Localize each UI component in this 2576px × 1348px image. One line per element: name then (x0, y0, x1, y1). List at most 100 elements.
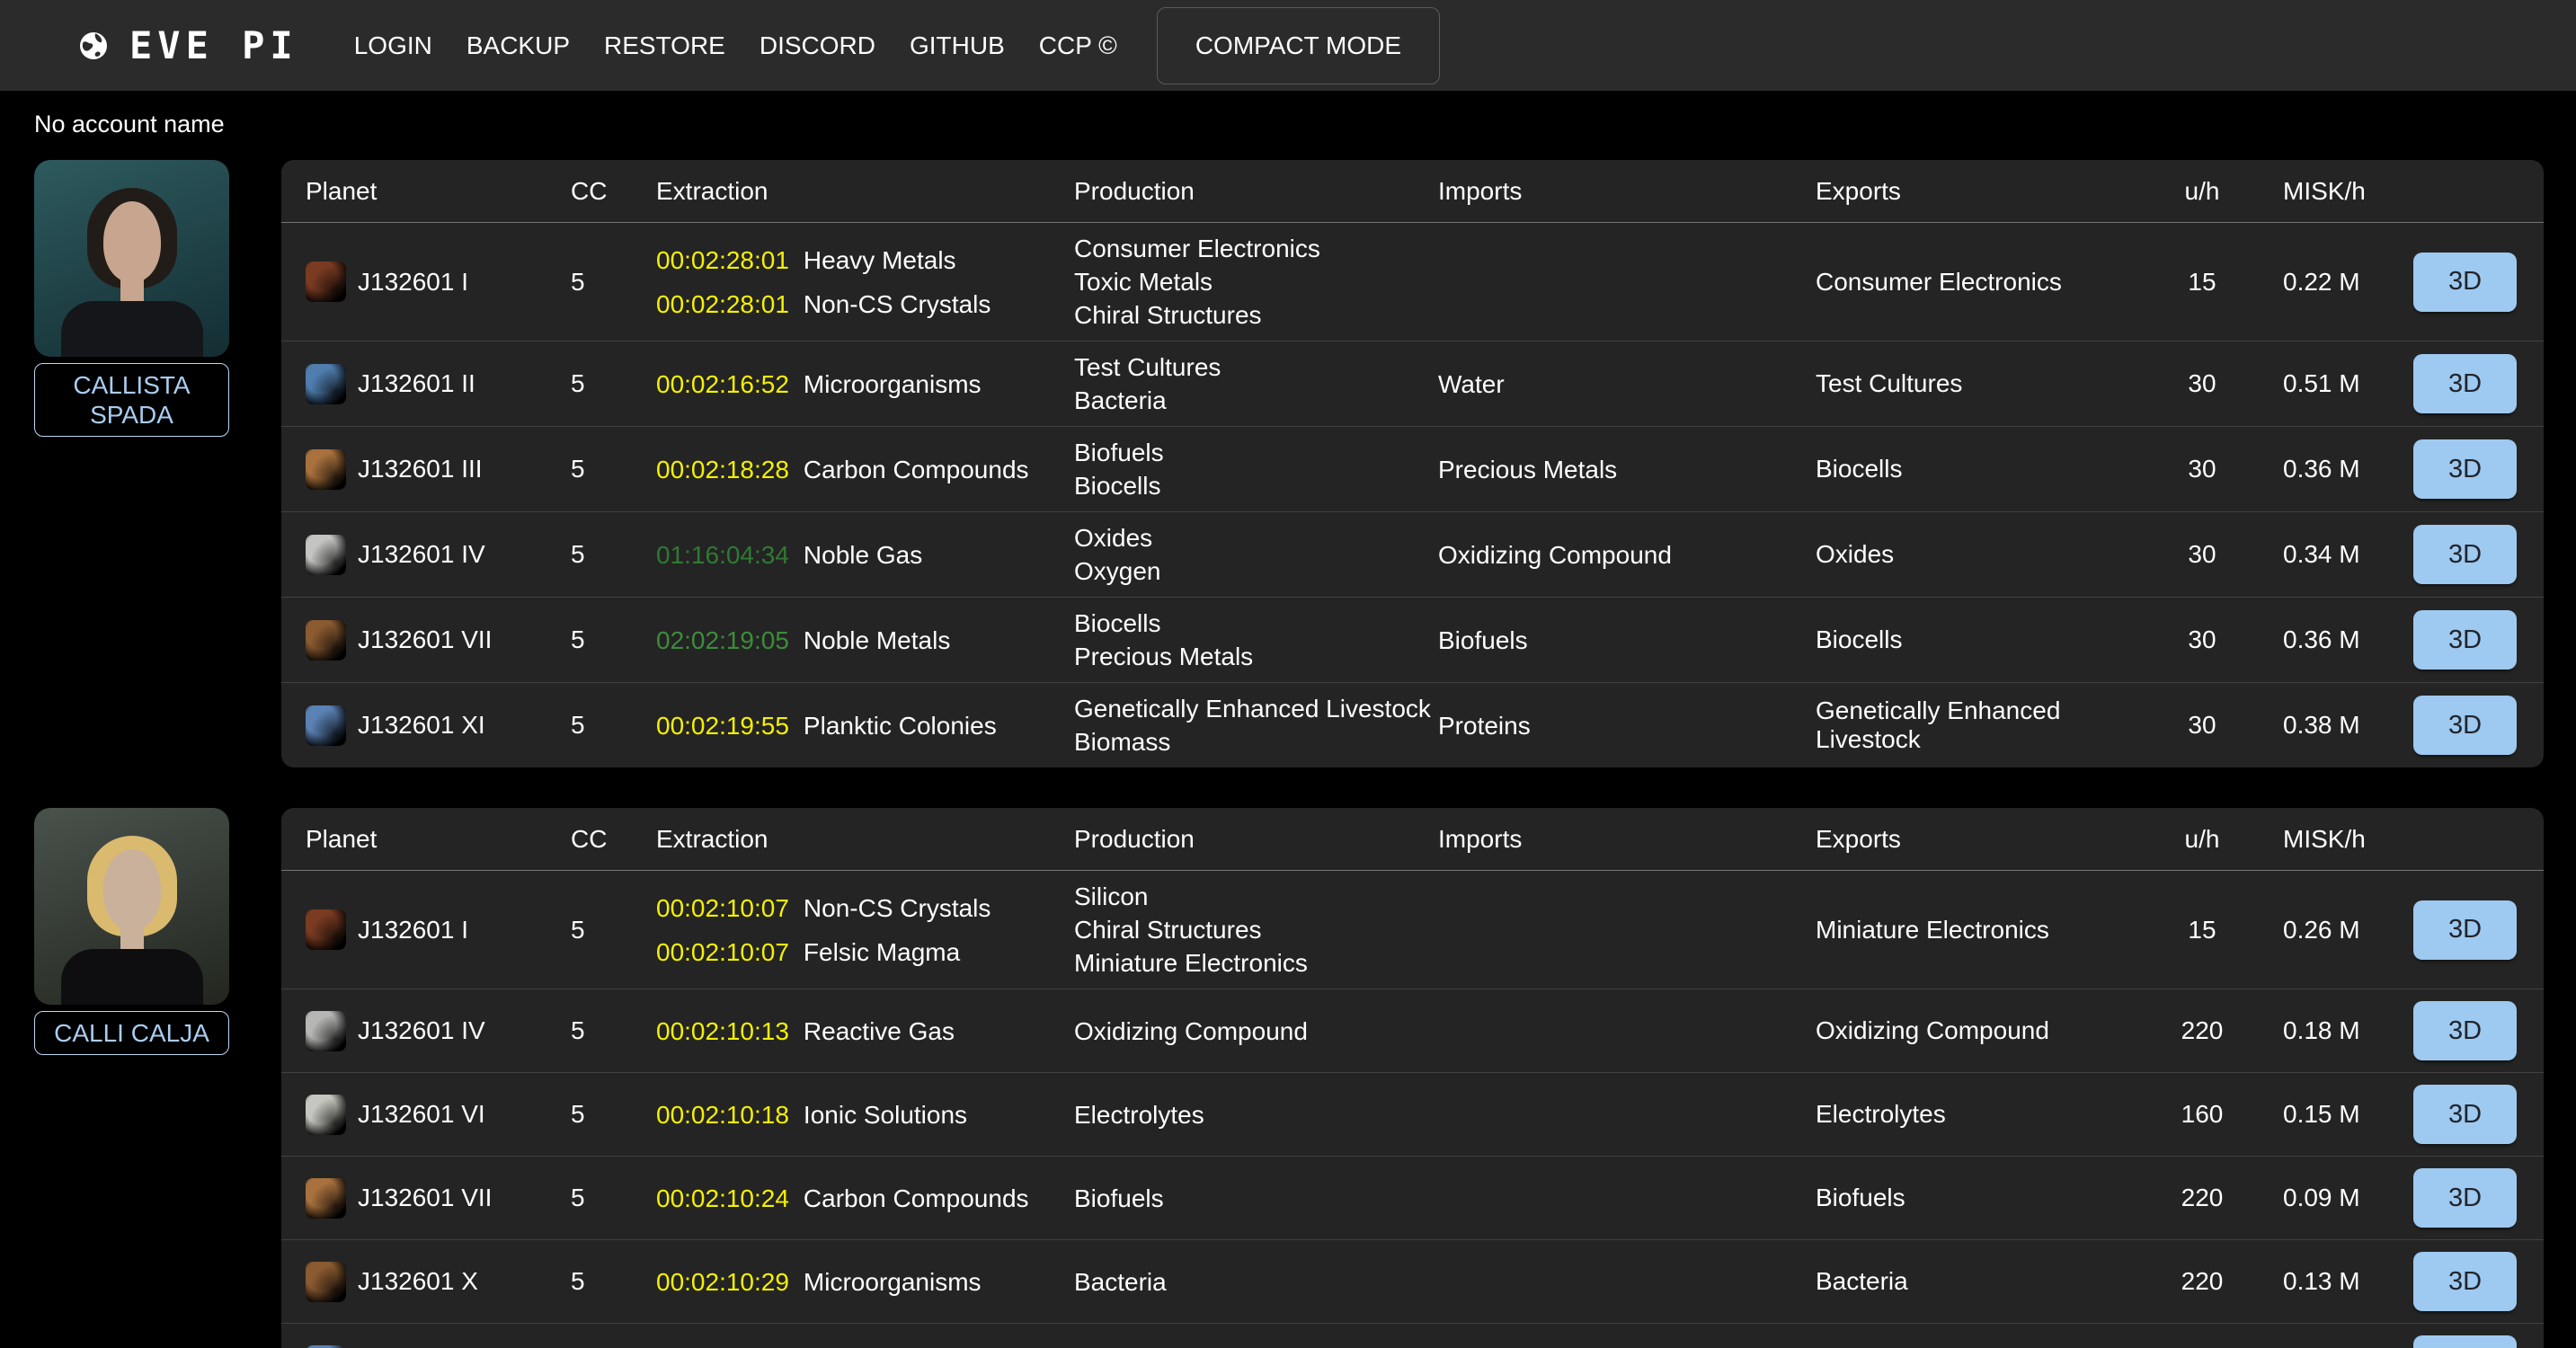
view-3d-button[interactable]: 3D (2413, 439, 2517, 499)
exports-value: Miniature Electronics (1816, 916, 2166, 944)
account-section: CALLISTA SPADA Planet CC Extraction Prod… (0, 160, 2576, 767)
uh-value: 220 (2166, 1016, 2238, 1045)
globe-icon (77, 30, 110, 62)
column-header-imports: Imports (1438, 177, 1816, 206)
planet-name: J132601 X (358, 1267, 478, 1296)
production-item: Test Cultures (1074, 350, 1438, 384)
import-item: Proteins (1438, 709, 1816, 742)
planet-name: J132601 VII (358, 625, 492, 654)
planet-name: J132601 VI (358, 1100, 485, 1129)
column-header-planet: Planet (306, 177, 571, 206)
planet-row: J132601 I 5 00:02:28:01Heavy Metals00:02… (281, 223, 2544, 341)
nav-link-discord[interactable]: DISCORD (759, 31, 875, 60)
planet-name: J132601 VII (358, 1184, 492, 1212)
view-3d-button[interactable]: 3D (2413, 1252, 2517, 1311)
table-header-row: Planet CC Extraction Production Imports … (281, 808, 2544, 871)
planet-icon (306, 535, 346, 575)
character-portrait (34, 160, 229, 357)
character-name-button[interactable]: CALLISTA SPADA (34, 363, 229, 437)
planet-icon (306, 1095, 346, 1135)
view-3d-button[interactable]: 3D (2413, 1335, 2517, 1348)
imports-cell: Water (1438, 368, 1816, 401)
extraction-line: 00:02:28:01Heavy Metals (656, 244, 1074, 277)
exports-value: Test Cultures (1816, 369, 2166, 398)
planet-cell: J132601 VII (306, 1178, 571, 1219)
production-item: Genetically Enhanced Livestock (1074, 692, 1438, 725)
view-3d-button[interactable]: 3D (2413, 525, 2517, 584)
planet-cell: J132601 IV (306, 535, 571, 575)
production-item: Oxides (1074, 521, 1438, 554)
production-cell: Bacteria (1074, 1265, 1438, 1299)
planet-name: J132601 IV (358, 1016, 485, 1045)
extraction-timer: 00:02:28:01 (656, 244, 789, 277)
extraction-cell: 00:02:10:13Reactive Gas (656, 1015, 1074, 1048)
exports-value: Bacteria (1816, 1267, 2166, 1296)
view-cell: 3D (2413, 1085, 2544, 1144)
planet-name: J132601 I (358, 268, 468, 297)
cc-value: 5 (571, 540, 656, 569)
cc-value: 5 (571, 1016, 656, 1045)
nav-link-restore[interactable]: RESTORE (604, 31, 725, 60)
nav-link-github[interactable]: GITHUB (910, 31, 1005, 60)
app-logo[interactable]: EVE PI (77, 23, 298, 67)
nav-link-ccp[interactable]: CCP © (1039, 31, 1117, 60)
cc-value: 5 (571, 1100, 656, 1129)
view-3d-button[interactable]: 3D (2413, 354, 2517, 413)
imports-cell: Precious Metals (1438, 453, 1816, 486)
view-3d-button[interactable]: 3D (2413, 1085, 2517, 1144)
exports-value: Oxides (1816, 540, 2166, 569)
nav-link-login[interactable]: LOGIN (354, 31, 432, 60)
planet-row: J132601 XI 5 00:02:19:55Planktic Colonie… (281, 682, 2544, 767)
view-3d-button[interactable]: 3D (2413, 900, 2517, 960)
planet-name: J132601 III (358, 455, 483, 483)
misk-value: 0.36 M (2238, 625, 2413, 654)
production-item: Biofuels (1074, 1182, 1438, 1215)
uh-value: 30 (2166, 369, 2238, 398)
extraction-line: 00:02:10:07Non-CS Crystals (656, 891, 1074, 925)
view-3d-button[interactable]: 3D (2413, 696, 2517, 755)
view-3d-button[interactable]: 3D (2413, 610, 2517, 670)
extraction-timer: 01:16:04:34 (656, 538, 789, 572)
cc-value: 5 (571, 268, 656, 297)
extraction-resource: Reactive Gas (804, 1015, 955, 1048)
misk-value: 0.18 M (2238, 1016, 2413, 1045)
nav-link-backup[interactable]: BACKUP (466, 31, 570, 60)
planet-icon (306, 1345, 346, 1348)
planet-cell: J132601 XI (306, 1345, 571, 1348)
planet-cell: J132601 XI (306, 705, 571, 746)
view-3d-button[interactable]: 3D (2413, 1168, 2517, 1228)
uh-value: 30 (2166, 711, 2238, 740)
planet-icon (306, 705, 346, 746)
uh-value: 220 (2166, 1267, 2238, 1296)
character-name-button[interactable]: CALLI CALJA (34, 1011, 229, 1055)
compact-mode-button[interactable]: COMPACT MODE (1157, 7, 1440, 84)
extraction-resource: Planktic Colonies (804, 709, 997, 742)
extraction-cell: 02:02:19:05Noble Metals (656, 624, 1074, 657)
column-header-cc: CC (571, 825, 656, 854)
extraction-cell: 00:02:16:52Microorganisms (656, 368, 1074, 401)
column-header-production: Production (1074, 177, 1438, 206)
planet-cell: J132601 I (306, 909, 571, 950)
uh-value: 30 (2166, 455, 2238, 483)
planet-cell: J132601 VI (306, 1095, 571, 1135)
app-logo-text: EVE PI (129, 23, 298, 67)
exports-value: Genetically Enhanced Livestock (1816, 696, 2166, 754)
cc-value: 5 (571, 711, 656, 740)
extraction-cell: 00:02:18:28Carbon Compounds (656, 453, 1074, 486)
planet-cell: J132601 IV (306, 1011, 571, 1051)
planet-row: J132601 III 5 00:02:18:28Carbon Compound… (281, 426, 2544, 511)
misk-value: 0.34 M (2238, 540, 2413, 569)
planet-row: J132601 IV 5 00:02:10:13Reactive Gas Oxi… (281, 989, 2544, 1072)
extraction-timer: 00:02:16:52 (656, 368, 789, 401)
misk-value: 0.09 M (2238, 1184, 2413, 1212)
production-cell: SiliconChiral StructuresMiniature Electr… (1074, 880, 1438, 980)
extraction-cell: 00:02:10:24Carbon Compounds (656, 1182, 1074, 1215)
column-header-misk: MISK/h (2238, 825, 2413, 854)
extraction-resource: Non-CS Crystals (804, 891, 990, 925)
view-cell: 3D (2413, 900, 2544, 960)
view-3d-button[interactable]: 3D (2413, 253, 2517, 312)
column-header-extraction: Extraction (656, 825, 1074, 854)
uh-value: 160 (2166, 1100, 2238, 1129)
extraction-line: 00:02:16:52Microorganisms (656, 368, 1074, 401)
view-3d-button[interactable]: 3D (2413, 1001, 2517, 1060)
